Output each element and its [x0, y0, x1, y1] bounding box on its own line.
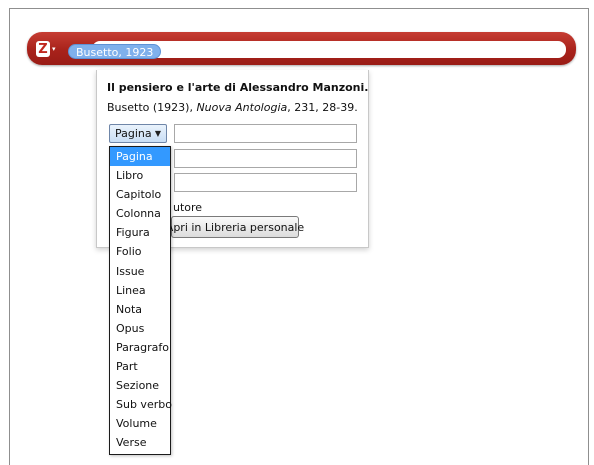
locator-type-value: Pagina	[115, 127, 152, 140]
reference-title: Il pensiero e l'arte di Alessandro Manzo…	[107, 81, 369, 94]
locator-input[interactable]	[174, 124, 357, 143]
open-in-library-button[interactable]: Apri in Libreria personale	[166, 216, 304, 238]
locator-option-linea[interactable]: Linea	[110, 281, 170, 300]
reference-journal: Nuova Antologia	[196, 101, 288, 114]
chevron-down-icon: ▾	[52, 44, 56, 53]
locator-option-nota[interactable]: Nota	[110, 300, 170, 319]
locator-option-volume[interactable]: Volume	[110, 414, 170, 433]
locator-option-pagina[interactable]: Pagina	[110, 147, 170, 167]
citation-input-field[interactable]	[92, 41, 566, 58]
locator-type-dropdown: Pagina Libro Capitolo Colonna Figura Fol…	[109, 146, 172, 455]
reference-details: Busetto (1923), Nuova Antologia, 231, 28…	[107, 101, 358, 114]
dropdown-arrow-icon: ▼	[154, 129, 161, 138]
locator-option-libro[interactable]: Libro	[110, 166, 170, 185]
locator-option-paragrafo[interactable]: Paragrafo	[110, 338, 170, 357]
locator-option-issue[interactable]: Issue	[110, 262, 170, 281]
prefix-input[interactable]	[174, 149, 357, 168]
locator-option-capitolo[interactable]: Capitolo	[110, 185, 170, 204]
citation-bubble[interactable]: Busetto, 1923	[68, 44, 162, 59]
locator-option-verse[interactable]: Verse	[110, 433, 170, 452]
reference-author-year: Busetto (1923),	[107, 101, 197, 114]
suppress-author-label[interactable]: utore	[173, 201, 202, 214]
reference-volume-pages: , 231, 28-39.	[287, 101, 358, 114]
locator-option-sezione[interactable]: Sezione	[110, 376, 170, 395]
locator-option-sub-verbo[interactable]: Sub verbo	[110, 395, 172, 414]
locator-type-select[interactable]: Pagina ▼	[109, 124, 167, 143]
locator-option-folio[interactable]: Folio	[110, 242, 170, 261]
locator-option-opus[interactable]: Opus	[110, 319, 170, 338]
locator-option-figura[interactable]: Figura	[110, 223, 170, 242]
zotero-menu-button[interactable]: Z ▾	[36, 40, 62, 58]
suffix-input[interactable]	[174, 173, 357, 192]
locator-option-part[interactable]: Part	[110, 357, 170, 376]
locator-option-colonna[interactable]: Colonna	[110, 204, 170, 223]
zotero-logo-icon: Z	[36, 41, 50, 57]
